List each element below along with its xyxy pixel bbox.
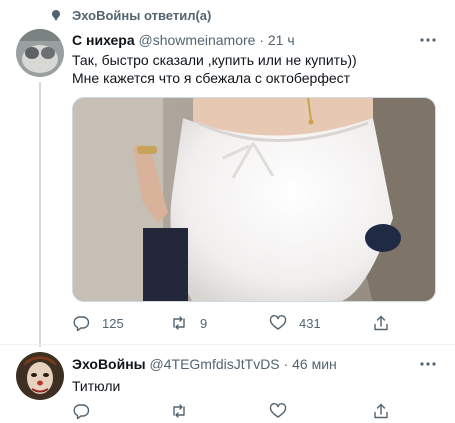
- share-button[interactable]: [372, 401, 390, 421]
- pin-icon: [52, 10, 60, 21]
- author-name[interactable]: ЭхоВойны: [72, 356, 146, 372]
- separator: ·: [283, 356, 289, 372]
- author-handle[interactable]: @showmeinamore: [139, 32, 256, 48]
- retweet-button[interactable]: [170, 401, 188, 421]
- retweet-button[interactable]: 9: [170, 313, 207, 333]
- share-icon: [374, 403, 388, 419]
- tweet-header: С нихера @showmeinamore · 21 ч: [72, 32, 295, 48]
- avatar-showmeinamore[interactable]: [16, 29, 64, 77]
- retweet-icon: [173, 316, 185, 330]
- reply-count: 125: [102, 315, 124, 331]
- context-label: ЭхоВойны ответил(а): [72, 8, 212, 23]
- heart-icon: [269, 315, 287, 330]
- reply-icon: [73, 316, 90, 332]
- author-handle[interactable]: @4TEGmfdisJtTvDS: [150, 356, 280, 372]
- tweet-reply[interactable]: ЭхоВойны @4TEGmfdisJtTvDS · 46 мин Титюл…: [0, 344, 455, 423]
- more-options-icon[interactable]: [419, 359, 437, 369]
- tweet-text: Так, быстро сказали ,купить или не купит…: [72, 51, 357, 87]
- author-name[interactable]: С нихера: [72, 32, 135, 48]
- tweet-text-line: Титюли: [72, 378, 121, 394]
- tweet-time[interactable]: 21 ч: [268, 32, 295, 48]
- retweet-icon: [173, 404, 185, 418]
- share-icon: [374, 315, 388, 331]
- like-count: 431: [299, 315, 321, 331]
- retweet-context: ЭхоВойны ответил(а): [0, 0, 455, 26]
- thread-line: [39, 82, 41, 347]
- reply-button[interactable]: 125: [72, 313, 124, 333]
- reply-button[interactable]: [72, 401, 90, 421]
- separator: ·: [259, 32, 264, 48]
- photo-content: [73, 98, 435, 301]
- avatar-ehovoyny[interactable]: [16, 352, 64, 400]
- share-button[interactable]: [372, 313, 390, 333]
- retweet-count: 9: [200, 315, 208, 331]
- tweet-time[interactable]: 46 мин: [292, 356, 337, 372]
- tweet-original[interactable]: С нихера @showmeinamore · 21 ч Так, быст…: [0, 26, 455, 347]
- like-button[interactable]: [269, 401, 287, 421]
- tweet-actions: 125 9 431: [72, 313, 432, 333]
- tweet-actions: [72, 401, 432, 421]
- tweet-photo[interactable]: [72, 97, 436, 302]
- reply-icon: [73, 404, 90, 420]
- like-button[interactable]: 431: [269, 313, 321, 333]
- avatar-image: [16, 29, 64, 77]
- tweet-text-line: Мне кажется что я сбежала с октоберфест: [72, 70, 351, 86]
- heart-icon: [269, 403, 287, 418]
- avatar-image: [16, 352, 64, 400]
- tweet-text-line: Так, быстро сказали ,купить или не купит…: [72, 52, 357, 68]
- tweet-header: ЭхоВойны @4TEGmfdisJtTvDS · 46 мин: [72, 356, 337, 372]
- more-options-icon[interactable]: [419, 35, 437, 45]
- tweet-text: Титюли: [72, 377, 120, 395]
